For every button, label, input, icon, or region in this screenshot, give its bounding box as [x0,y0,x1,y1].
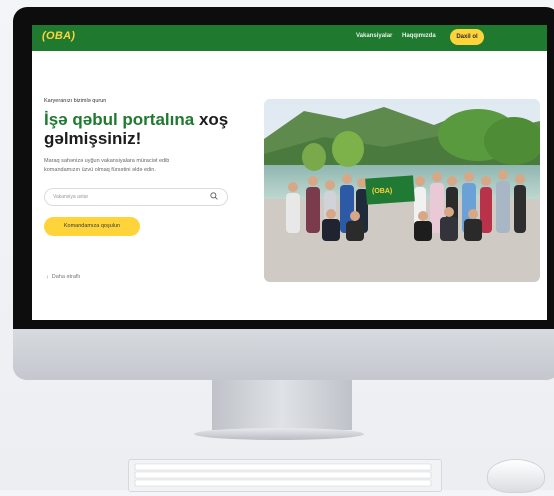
login-button[interactable]: Daxil ol [450,29,484,45]
site-navbar: (OBA) Vakansiyalar Haqqımızda Daxil ol [32,25,547,51]
vacancy-search-input[interactable]: Vakansiya axtar [44,188,228,206]
page-title: İşə qəbul portalına xoş gəlmişsiniz! [44,110,249,148]
search-icon[interactable] [210,192,218,200]
hero-description: Maraq sahənizə uyğun vakansiyalara mürac… [44,158,170,173]
title-dark-part-1: xoş [198,110,229,129]
imac-monitor: (OBA) Vakansiyalar Haqqımızda Daxil ol K… [13,7,554,380]
monitor-chin [13,329,554,380]
join-team-button[interactable]: Komandamıza qoşulun [44,217,140,236]
hero-kicker: Karyeranızı bizimlə qurun [44,98,107,104]
monitor-bezel: (OBA) Vakansiyalar Haqqımızda Daxil ol K… [13,7,554,329]
team-photo: (OBA) [264,99,540,282]
title-green-part: İşə qəbul portalına [44,110,195,129]
nav-link-vacancies[interactable]: Vakansiyalar [356,33,392,39]
search-placeholder: Vakansiya axtar [53,194,89,200]
monitor-stand [212,380,352,430]
oba-logo[interactable]: (OBA) [42,30,75,42]
banner-logo-text: (OBA) [372,188,392,195]
more-info-link[interactable]: ↓ Daha ətraflı [46,274,80,280]
browser-screen: (OBA) Vakansiyalar Haqqımızda Daxil ol K… [32,25,547,320]
title-dark-part-2: gəlmişsiniz! [44,129,142,148]
nav-link-about[interactable]: Haqqımızda [402,33,436,39]
monitor-base [194,428,364,440]
mouse [487,459,545,493]
keyboard [128,459,442,492]
more-info-label: Daha ətraflı [51,274,81,280]
arrow-down-icon: ↓ [46,274,49,280]
